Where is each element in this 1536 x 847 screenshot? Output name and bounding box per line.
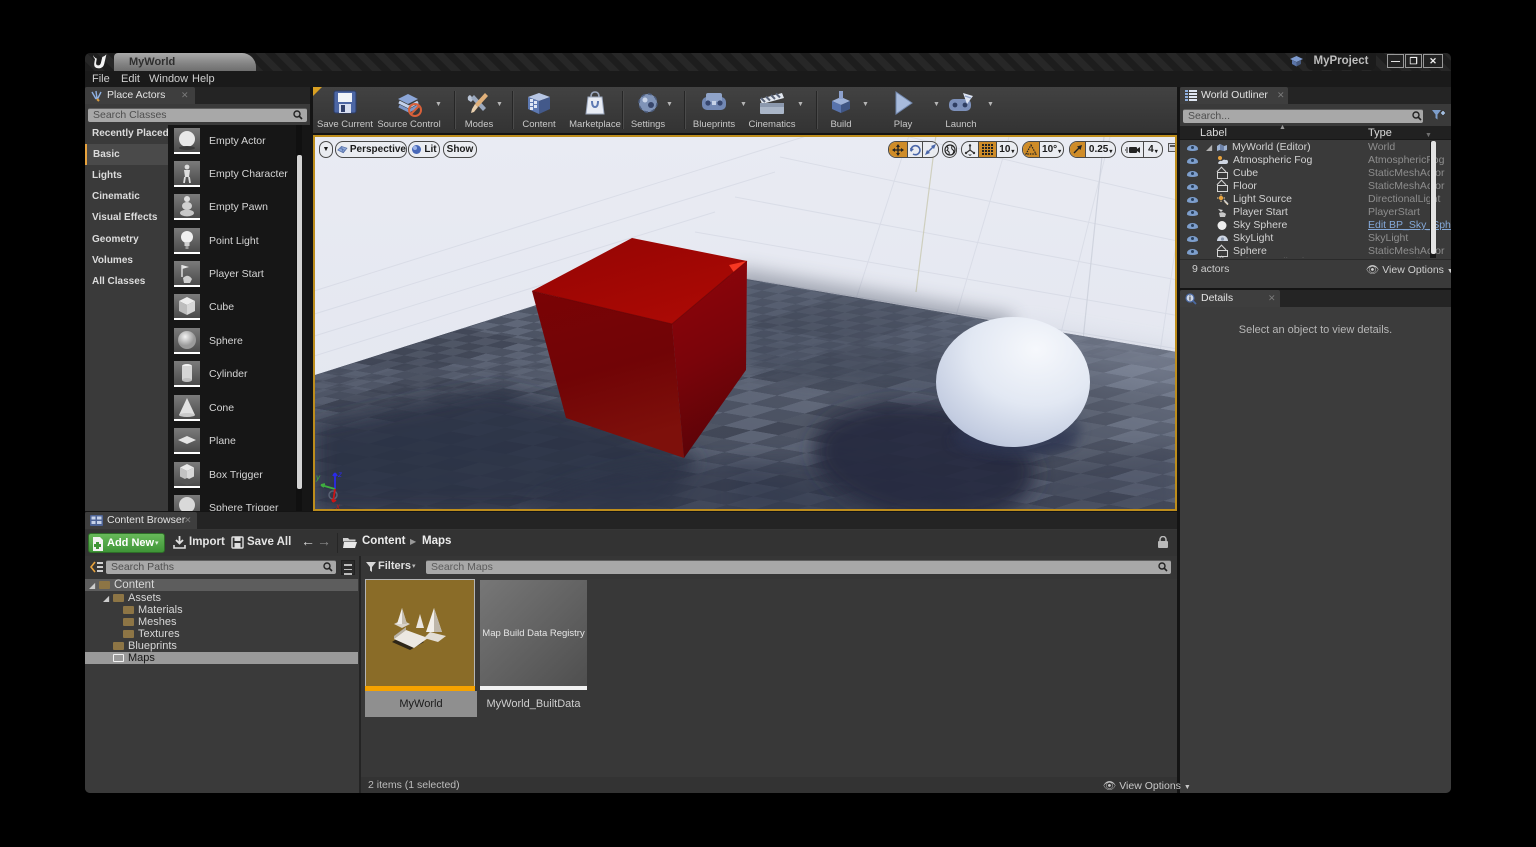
svg-text:z: z [337, 470, 342, 479]
svg-text:i: i [1189, 296, 1191, 303]
